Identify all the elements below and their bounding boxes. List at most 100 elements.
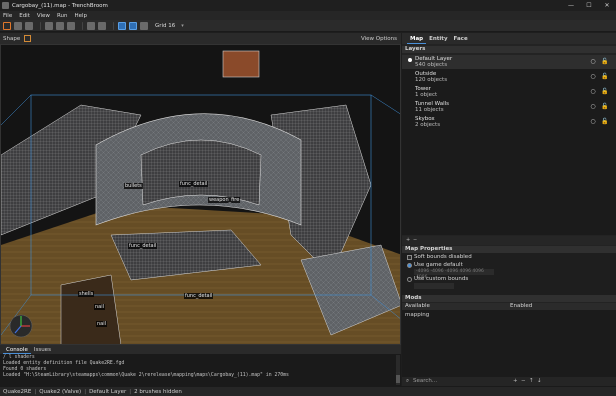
- active-layer-dot: [408, 58, 412, 62]
- layer-count: 11 objects: [415, 107, 444, 113]
- status-divider: |: [34, 388, 37, 395]
- add-mod-button[interactable]: +: [513, 378, 518, 384]
- game-default-bounds-field: -4096 -4096 -4096 4096 4096 4096: [414, 269, 494, 280]
- entity-label[interactable]: bullets: [124, 183, 143, 189]
- lock-icon[interactable]: 🔓: [601, 74, 608, 80]
- use-game-default-label: Use game default: [414, 262, 463, 268]
- console-output: / l shaders Loaded entity definition fil…: [0, 354, 401, 386]
- visibility-icon[interactable]: ○: [590, 59, 596, 65]
- search-icon: ⌕: [406, 378, 410, 384]
- menu-file[interactable]: File: [3, 13, 12, 19]
- menu-help[interactable]: Help: [74, 13, 87, 19]
- menu-run[interactable]: Run: [57, 13, 68, 19]
- axis-gizmo[interactable]: [9, 314, 33, 338]
- lock-icon[interactable]: 🔓: [601, 59, 608, 65]
- add-layer-button[interactable]: +: [406, 237, 410, 243]
- visibility-icon[interactable]: ○: [590, 74, 596, 80]
- entity-label[interactable]: weapon_fire: [208, 197, 241, 203]
- entity-label[interactable]: func_detail: [128, 243, 158, 249]
- window-title: Cargobay_(11).map - TrenchBroom: [12, 2, 108, 9]
- map-properties: Soft bounds disabled Use game default -4…: [402, 253, 616, 295]
- use-custom-bounds-radio[interactable]: [407, 277, 412, 282]
- grid-size-select[interactable]: Grid 16: [155, 23, 175, 29]
- close-button[interactable]: ✕: [598, 0, 616, 11]
- mods-available-label: Available: [405, 303, 430, 309]
- open-map-icon[interactable]: [14, 21, 22, 30]
- entity-label[interactable]: nail: [94, 304, 106, 310]
- tab-console[interactable]: Console: [3, 346, 31, 354]
- tab-map[interactable]: Map: [407, 35, 427, 44]
- chevron-down-icon[interactable]: ▾: [181, 23, 184, 29]
- mods-panel: Available Enabled mapping: [402, 303, 616, 377]
- lock-icon[interactable]: 🔓: [601, 89, 608, 95]
- crate-brush: [222, 50, 260, 78]
- entity-label[interactable]: nail: [96, 321, 108, 327]
- entity-label[interactable]: shells: [78, 291, 95, 297]
- minimize-button[interactable]: —: [562, 0, 580, 11]
- 3d-viewport[interactable]: bullets func_detail weapon_fire func_det…: [0, 44, 401, 345]
- paste-icon[interactable]: [98, 21, 106, 30]
- console-scrollbar[interactable]: [396, 355, 400, 385]
- custom-bounds-field[interactable]: [414, 283, 454, 289]
- visibility-icon[interactable]: ○: [590, 104, 596, 110]
- layer-row[interactable]: Tunnel Walls 11 objects ○ 🔓: [402, 100, 616, 114]
- console-scrollbar-thumb[interactable]: [396, 375, 400, 383]
- soft-bounds-checkbox[interactable]: [407, 255, 412, 260]
- status-layer: Default Layer: [89, 388, 127, 395]
- tab-entity[interactable]: Entity: [426, 35, 450, 44]
- status-divider: |: [84, 388, 87, 395]
- console-line: Loaded "H:\SteamLibrary\steamapps\common…: [3, 373, 289, 378]
- mods-header: Mods: [402, 295, 616, 302]
- status-bar: Quake2RE | Quake2 (Valve) | Default Laye…: [0, 386, 616, 396]
- layer-row[interactable]: Skybox 2 objects ○ 🔓: [402, 115, 616, 129]
- tab-face[interactable]: Face: [451, 35, 471, 44]
- grid-icon[interactable]: [140, 21, 148, 30]
- mod-item-mapping[interactable]: mapping: [405, 312, 429, 318]
- texture-lock-icon[interactable]: [118, 21, 126, 30]
- tab-issues[interactable]: Issues: [31, 346, 54, 354]
- use-custom-bounds-label: Use custom bounds: [414, 276, 469, 282]
- layer-count: 1 object: [415, 92, 438, 98]
- toolbar-divider: [82, 21, 83, 30]
- mods-search-row: ⌕ Search... + − ↑ ↓: [402, 377, 616, 386]
- mods-search-input[interactable]: Search...: [413, 378, 503, 385]
- move-mod-down-button[interactable]: ↓: [537, 378, 542, 384]
- menu-bar: File Edit View Run Help: [0, 11, 616, 20]
- shape-icon[interactable]: [24, 35, 32, 42]
- layer-count: 2 objects: [415, 122, 441, 128]
- new-map-icon[interactable]: [3, 21, 11, 30]
- lock-icon[interactable]: 🔓: [601, 119, 608, 125]
- view-options-button[interactable]: View Options: [361, 36, 397, 42]
- lower-pit-brush: [60, 274, 122, 344]
- layer-row[interactable]: Tower 1 object ○ 🔓: [402, 85, 616, 99]
- layer-row[interactable]: Outside 120 objects ○ 🔓: [402, 70, 616, 84]
- entity-label[interactable]: func_detail: [184, 293, 214, 299]
- use-game-default-radio[interactable]: [407, 263, 412, 268]
- status-game: Quake2RE: [3, 388, 32, 395]
- visibility-icon[interactable]: ○: [590, 119, 596, 125]
- maximize-button[interactable]: ☐: [580, 0, 598, 11]
- move-mod-up-button[interactable]: ↑: [529, 378, 534, 384]
- remove-layer-button[interactable]: −: [413, 237, 417, 243]
- entity-label[interactable]: func_detail: [179, 181, 209, 187]
- uv-lock-icon[interactable]: [129, 21, 137, 30]
- undo-icon[interactable]: [45, 21, 53, 30]
- visibility-icon[interactable]: ○: [590, 89, 596, 95]
- inspector-tabs: Map Entity Face: [402, 33, 616, 44]
- copy-icon[interactable]: [87, 21, 95, 30]
- remove-mod-button[interactable]: −: [521, 378, 526, 384]
- toolbar: Grid 16 ▾: [0, 20, 616, 32]
- cut-icon[interactable]: [67, 21, 75, 30]
- layers-header: Layers: [402, 46, 616, 53]
- menu-edit[interactable]: Edit: [19, 13, 30, 19]
- toolbar-divider: [40, 21, 41, 30]
- status-selection: 2 brushes hidden: [134, 388, 182, 395]
- mods-enabled-label: Enabled: [510, 303, 533, 309]
- mods-columns: Available Enabled: [402, 303, 616, 310]
- console-tabbar: Console Issues: [0, 345, 401, 354]
- lock-icon[interactable]: 🔓: [601, 104, 608, 110]
- save-map-icon[interactable]: [25, 21, 33, 30]
- menu-view[interactable]: View: [37, 13, 50, 19]
- layer-row[interactable]: Default Layer 540 objects ○ 🔓: [402, 55, 616, 69]
- redo-icon[interactable]: [56, 21, 64, 30]
